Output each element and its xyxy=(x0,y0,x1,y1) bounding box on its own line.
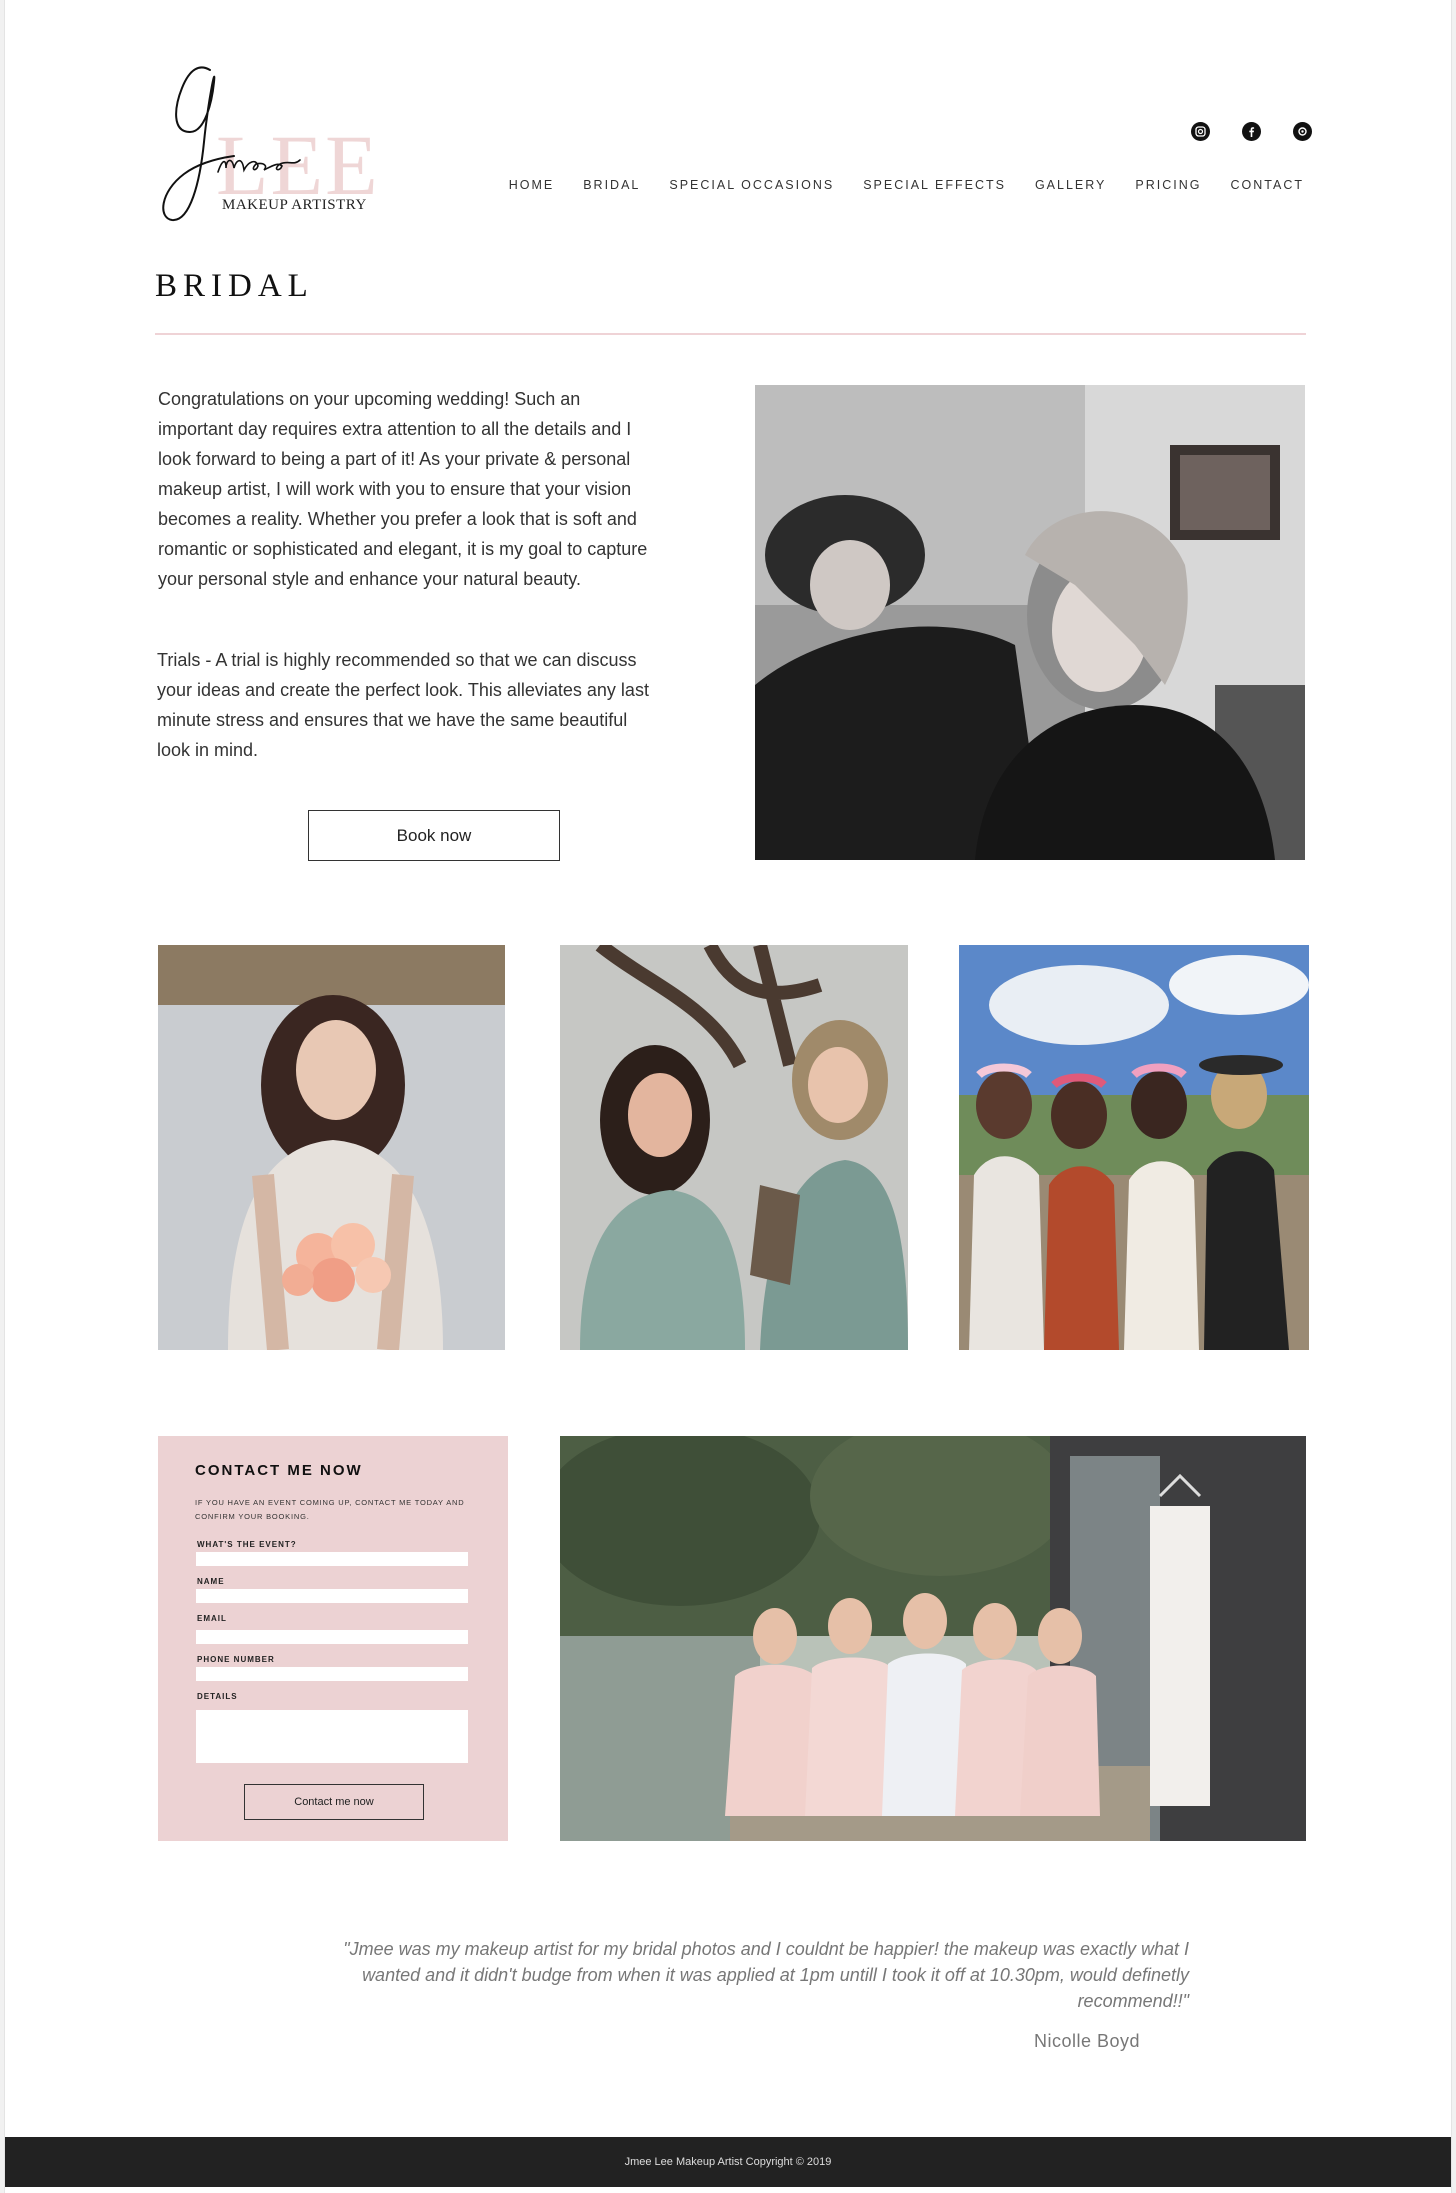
contact-form: CONTACT ME NOW If you have an event comi… xyxy=(158,1436,508,1841)
testimonial-quote: "Jmee was my makeup artist for my bridal… xyxy=(343,1939,1189,2011)
tripadvisor-icon[interactable] xyxy=(1293,122,1312,141)
email-field[interactable] xyxy=(196,1630,468,1644)
email-label: EMAIL xyxy=(197,1614,227,1623)
contact-subtitle: If you have an event coming up, contact … xyxy=(195,1498,465,1521)
event-field[interactable] xyxy=(196,1552,468,1566)
contact-title: CONTACT ME NOW xyxy=(195,1462,363,1479)
photo-bridal-party-robes xyxy=(560,1436,1306,1841)
event-label: WHAT'S THE EVENT? xyxy=(197,1540,297,1549)
photo-bridesmaids-laughing xyxy=(560,945,908,1350)
main-nav: HOME BRIDAL SPECIAL OCCASIONS SPECIAL EF… xyxy=(509,178,1304,192)
footer: Jmee Lee Makeup Artist Copyright © 2019 xyxy=(5,2137,1451,2187)
nav-bridal[interactable]: BRIDAL xyxy=(583,178,640,192)
details-field[interactable] xyxy=(196,1710,468,1763)
nav-special-effects[interactable]: SPECIAL EFFECTS xyxy=(863,178,1006,192)
title-divider xyxy=(155,333,1306,335)
nav-special-occasions[interactable]: SPECIAL OCCASIONS xyxy=(669,178,834,192)
nav-home[interactable]: HOME xyxy=(509,178,555,192)
trials-paragraph: Trials - A trial is highly recommended s… xyxy=(157,650,649,760)
photo-makeup-application xyxy=(755,385,1305,860)
name-label: NAME xyxy=(197,1577,225,1586)
instagram-icon[interactable] xyxy=(1191,122,1210,141)
logo-subtitle: MAKEUP ARTISTRY xyxy=(222,197,367,213)
nav-pricing[interactable]: PRICING xyxy=(1135,178,1201,192)
phone-label: PHONE NUMBER xyxy=(197,1655,275,1664)
name-field[interactable] xyxy=(196,1589,468,1603)
logo[interactable]: LEE MAKEUP ARTISTRY xyxy=(160,62,378,227)
contact-me-now-button[interactable]: Contact me now xyxy=(244,1784,424,1820)
page: LEE MAKEUP ARTISTRY HOME BRIDAL SPECIAL … xyxy=(4,0,1452,2193)
footer-copyright: Jmee Lee Makeup Artist Copyright © 2019 xyxy=(624,2156,832,2168)
details-label: DETAILS xyxy=(197,1692,238,1701)
social-links xyxy=(1191,122,1312,141)
intro-paragraph: Congratulations on your upcoming wedding… xyxy=(158,389,648,589)
page-title: BRIDAL xyxy=(155,268,314,304)
facebook-icon[interactable] xyxy=(1242,122,1261,141)
photo-group-flower-crowns xyxy=(959,945,1309,1350)
photo-bride-bouquet xyxy=(158,945,505,1350)
nav-gallery[interactable]: GALLERY xyxy=(1035,178,1106,192)
testimonial-author: Nicolle Boyd xyxy=(1033,2031,1140,2051)
book-now-button[interactable]: Book now xyxy=(308,810,560,861)
phone-field[interactable] xyxy=(196,1667,468,1681)
nav-contact[interactable]: CONTACT xyxy=(1231,178,1305,192)
